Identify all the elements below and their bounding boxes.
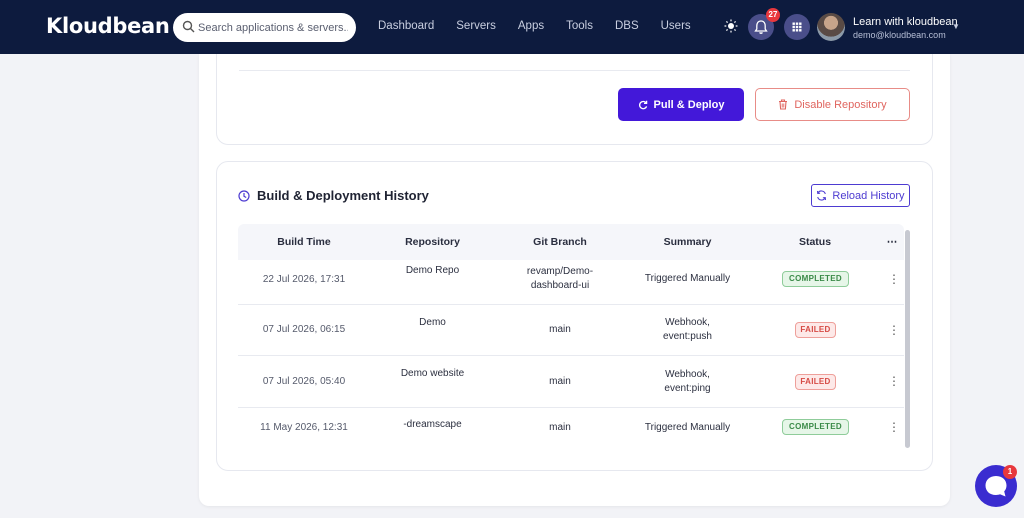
- status-badge: COMPLETED: [782, 271, 849, 287]
- menu-item-servers[interactable]: Servers: [456, 20, 496, 32]
- search-box[interactable]: [173, 13, 356, 42]
- git-branch-line-1: revamp/Demo-: [526, 266, 594, 277]
- column-header-status[interactable]: Status: [750, 224, 880, 260]
- user-avatar[interactable]: [817, 13, 845, 41]
- trash-icon: [779, 99, 788, 110]
- chat-unread-badge: 1: [1003, 465, 1017, 479]
- search-icon: [182, 20, 195, 33]
- menu-item-apps[interactable]: Apps: [518, 20, 544, 32]
- menu-item-users[interactable]: Users: [661, 20, 691, 32]
- status-badge: FAILED: [795, 322, 836, 338]
- row-menu-icon[interactable]: ⋮: [888, 324, 900, 336]
- table-row: 11 May 2026, 12:31 -dreamscape main Trig…: [238, 408, 904, 448]
- history-heading: Build & Deployment History: [238, 188, 429, 203]
- column-header-git-branch[interactable]: Git Branch: [495, 224, 625, 260]
- build-time: 22 Jul 2026, 17:31: [262, 274, 346, 285]
- summary-line-2: event:push: [663, 331, 712, 342]
- git-branch: main: [549, 422, 571, 433]
- repository-name: Demo Repo: [405, 265, 460, 276]
- top-navbar: Kloudbean Dashboard Servers Apps Tools D…: [0, 0, 1024, 54]
- summary: Webhook, event:push: [625, 316, 750, 344]
- build-time: 07 Jul 2026, 05:40: [262, 376, 346, 387]
- reload-icon: [817, 190, 827, 201]
- history-title: Build & Deployment History: [257, 188, 429, 203]
- user-email: demo@kloudbean.com: [853, 30, 946, 40]
- column-options-icon[interactable]: ⋯: [880, 224, 904, 260]
- table-row: 22 Jul 2026, 17:31 Demo Repo revamp/Demo…: [238, 260, 904, 305]
- summary-line-1: Webhook,: [665, 369, 710, 380]
- row-menu-icon[interactable]: ⋮: [888, 375, 900, 387]
- status-badge: COMPLETED: [782, 419, 849, 435]
- repository-name: Demo website: [400, 368, 465, 379]
- summary: Triggered Manually: [644, 273, 731, 284]
- table-scrollbar[interactable]: [905, 230, 910, 448]
- summary: Triggered Manually: [644, 422, 731, 433]
- summary: Webhook, event:ping: [625, 368, 750, 396]
- user-name[interactable]: Learn with kloudbean: [853, 16, 958, 28]
- row-menu-icon[interactable]: ⋮: [888, 421, 900, 433]
- repository-name: -dreamscape: [403, 419, 462, 430]
- summary-line-2: event:ping: [664, 383, 711, 394]
- git-branch: main: [549, 376, 571, 387]
- clock-icon: [238, 189, 250, 202]
- row-menu-icon[interactable]: ⋮: [888, 273, 900, 285]
- theme-toggle-sun-icon[interactable]: [724, 19, 738, 33]
- apps-grid-button[interactable]: [784, 14, 810, 40]
- main-menu: Dashboard Servers Apps Tools DBS Users: [378, 20, 691, 32]
- menu-item-tools[interactable]: Tools: [566, 20, 593, 32]
- kloudbean-logo[interactable]: Kloudbean: [46, 14, 170, 38]
- column-header-summary[interactable]: Summary: [625, 224, 750, 260]
- grid-icon: [792, 22, 802, 32]
- pull-deploy-label: Pull & Deploy: [653, 98, 725, 111]
- summary-line-1: Webhook,: [665, 317, 710, 328]
- build-time: 11 May 2026, 12:31: [260, 422, 348, 433]
- menu-item-dbs[interactable]: DBS: [615, 20, 639, 32]
- status-badge: FAILED: [795, 374, 836, 390]
- table-header: Build Time Repository Git Branch Summary…: [238, 224, 904, 260]
- reload-history-button[interactable]: Reload History: [811, 184, 910, 207]
- git-branch: main: [549, 324, 571, 335]
- table-row: 07 Jul 2026, 06:15 Demo main Webhook, ev…: [238, 305, 904, 356]
- column-header-build-time[interactable]: Build Time: [238, 224, 370, 260]
- divider: [239, 70, 910, 71]
- build-time: 07 Jul 2026, 06:15: [262, 324, 346, 335]
- column-header-repository[interactable]: Repository: [370, 224, 495, 260]
- reload-history-label: Reload History: [832, 189, 905, 202]
- menu-item-dashboard[interactable]: Dashboard: [378, 20, 434, 32]
- pull-deploy-button[interactable]: Pull & Deploy: [618, 88, 744, 121]
- disable-repository-label: Disable Repository: [794, 98, 887, 111]
- user-menu-chevron-down-icon[interactable]: ▼: [952, 22, 960, 31]
- git-branch-line-2: dashboard-ui: [530, 280, 590, 291]
- notification-count-badge: 27: [766, 8, 780, 22]
- table-row: 07 Jul 2026, 05:40 Demo website main Web…: [238, 356, 904, 408]
- disable-repository-button[interactable]: Disable Repository: [755, 88, 910, 121]
- search-input[interactable]: [198, 13, 348, 42]
- refresh-icon: [638, 100, 647, 109]
- git-branch: revamp/Demo- dashboard-ui: [495, 265, 625, 293]
- repository-name: Demo: [419, 317, 446, 328]
